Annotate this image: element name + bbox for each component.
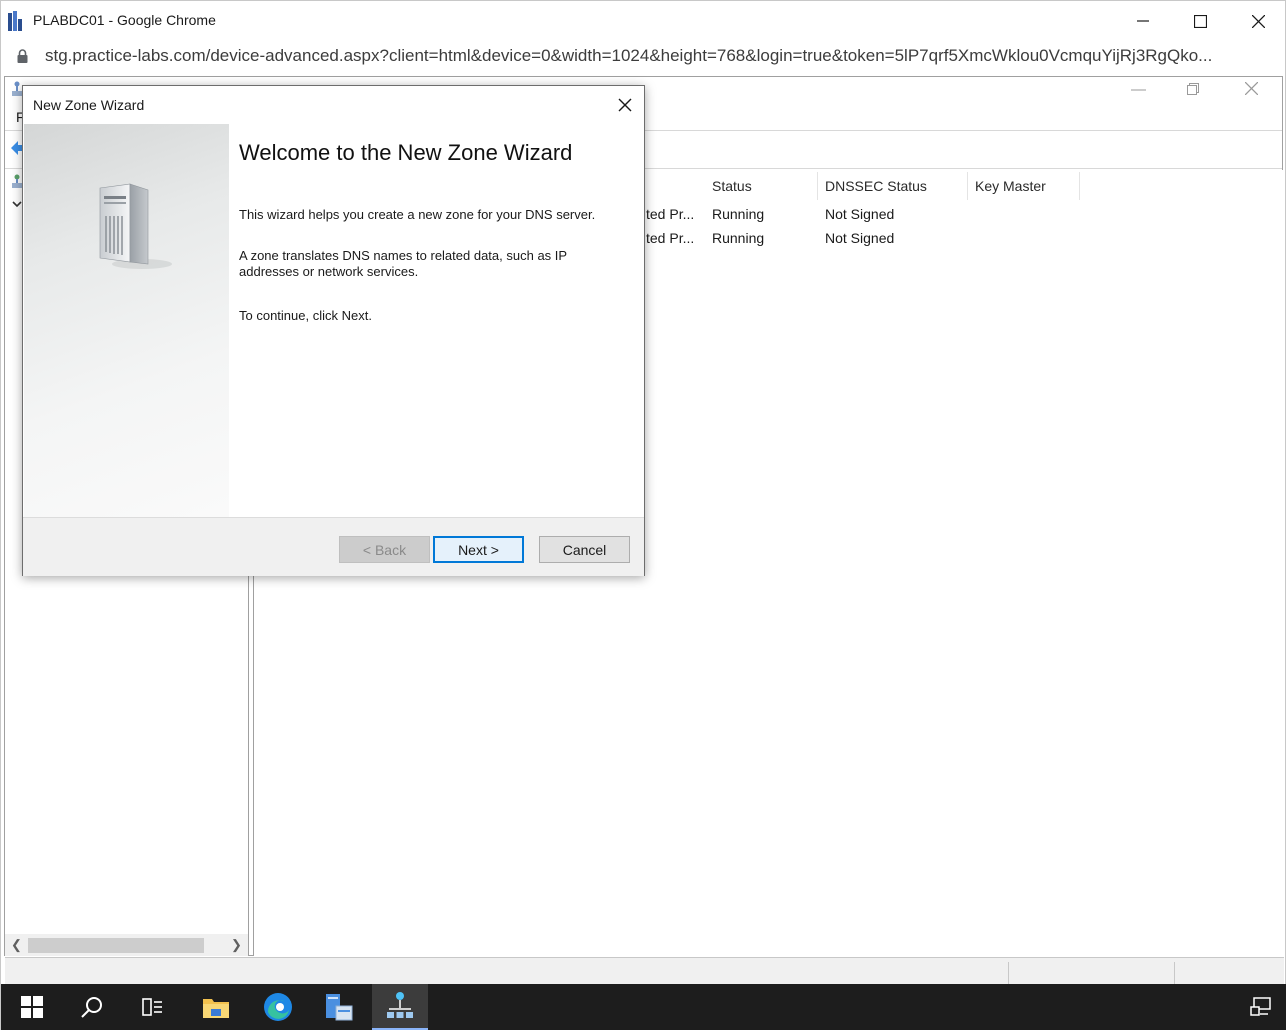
dns-restore-icon[interactable] [1187,83,1199,95]
maximize-button[interactable] [1177,6,1223,36]
browser-titlebar: PLABDC01 - Google Chrome [0,0,1286,40]
start-icon [21,996,43,1018]
server-manager-icon [326,994,353,1021]
address-bar[interactable]: stg.practice-labs.com/device-advanced.as… [0,40,1286,72]
cancel-button[interactable]: Cancel [539,536,630,563]
wizard-description-1: This wizard helps you create a new zone … [239,207,596,222]
statusbar-separator [1174,962,1175,984]
scrollbar-thumb[interactable] [28,938,204,953]
file-explorer-button[interactable] [188,984,244,1030]
wizard-description-2: A zone translates DNS names to related d… [239,248,567,279]
column-key-master[interactable]: Key Master [975,178,1046,194]
edge-button[interactable] [250,984,306,1030]
column-status[interactable]: Status [712,178,752,194]
dns-statusbar [5,957,1284,985]
column-dnssec-status[interactable]: DNSSEC Status [825,178,927,194]
wizard-heading: Welcome to the New Zone Wizard [239,140,573,165]
maximize-icon [1193,14,1207,28]
start-button[interactable] [4,984,60,1030]
row-1-dnssec[interactable]: Not Signed [825,206,894,222]
statusbar-separator [1008,962,1009,984]
app-logo-icon [8,11,22,31]
wizard-title: New Zone Wizard [33,97,145,113]
wizard-button-bar: < Back Next > Cancel [23,517,644,576]
new-zone-wizard-dialog: New Zone Wizard Welcome to the New Zone … [22,85,645,576]
task-view-icon [142,998,162,1016]
row-1-type[interactable]: ted Pr... [646,206,694,222]
chevron-down-icon[interactable] [12,201,22,208]
server-icon [99,183,172,269]
remote-desktop: — F ❮ ❯ Status DNSSEC Status Key Master … [0,72,1286,1030]
taskbar [1,984,1286,1030]
minimize-button[interactable] [1120,6,1166,36]
task-view-button[interactable] [124,984,180,1030]
back-button[interactable]: < Back [339,536,430,563]
network-tray-button[interactable] [1233,984,1286,1030]
dns-manager-icon [387,992,413,1018]
row-2-dnssec[interactable]: Not Signed [825,230,894,246]
dns-manager-taskbar-button[interactable] [372,984,428,1030]
next-button[interactable]: Next > [433,536,524,563]
lock-icon [17,49,28,63]
dns-close-icon[interactable] [1245,82,1258,95]
row-2-status[interactable]: Running [712,230,764,246]
browser-window-title: PLABDC01 - Google Chrome [33,12,216,28]
row-1-status[interactable]: Running [712,206,764,222]
column-separator [817,172,818,200]
file-explorer-icon [203,999,229,1018]
wizard-side-graphic [24,124,229,517]
column-separator [1079,172,1080,200]
edge-icon [264,993,292,1021]
row-2-type[interactable]: ted Pr... [646,230,694,246]
scroll-left-icon[interactable]: ❮ [11,937,22,953]
wizard-close-icon[interactable] [616,96,634,114]
minimize-icon [1137,20,1149,22]
wizard-continue-hint: To continue, click Next. [239,308,372,323]
network-icon [1250,997,1271,1016]
search-icon [81,997,102,1018]
column-separator [967,172,968,200]
search-button[interactable] [64,984,120,1030]
close-button[interactable] [1235,6,1281,36]
dns-minimize-button[interactable]: — [1131,81,1146,98]
scroll-right-icon[interactable]: ❯ [231,937,242,953]
tree-horizontal-scrollbar[interactable]: ❮ ❯ [5,934,248,956]
close-icon [1251,14,1265,28]
wizard-titlebar: New Zone Wizard [23,86,644,123]
url-text[interactable]: stg.practice-labs.com/device-advanced.as… [45,46,1265,66]
server-manager-button[interactable] [311,984,367,1030]
